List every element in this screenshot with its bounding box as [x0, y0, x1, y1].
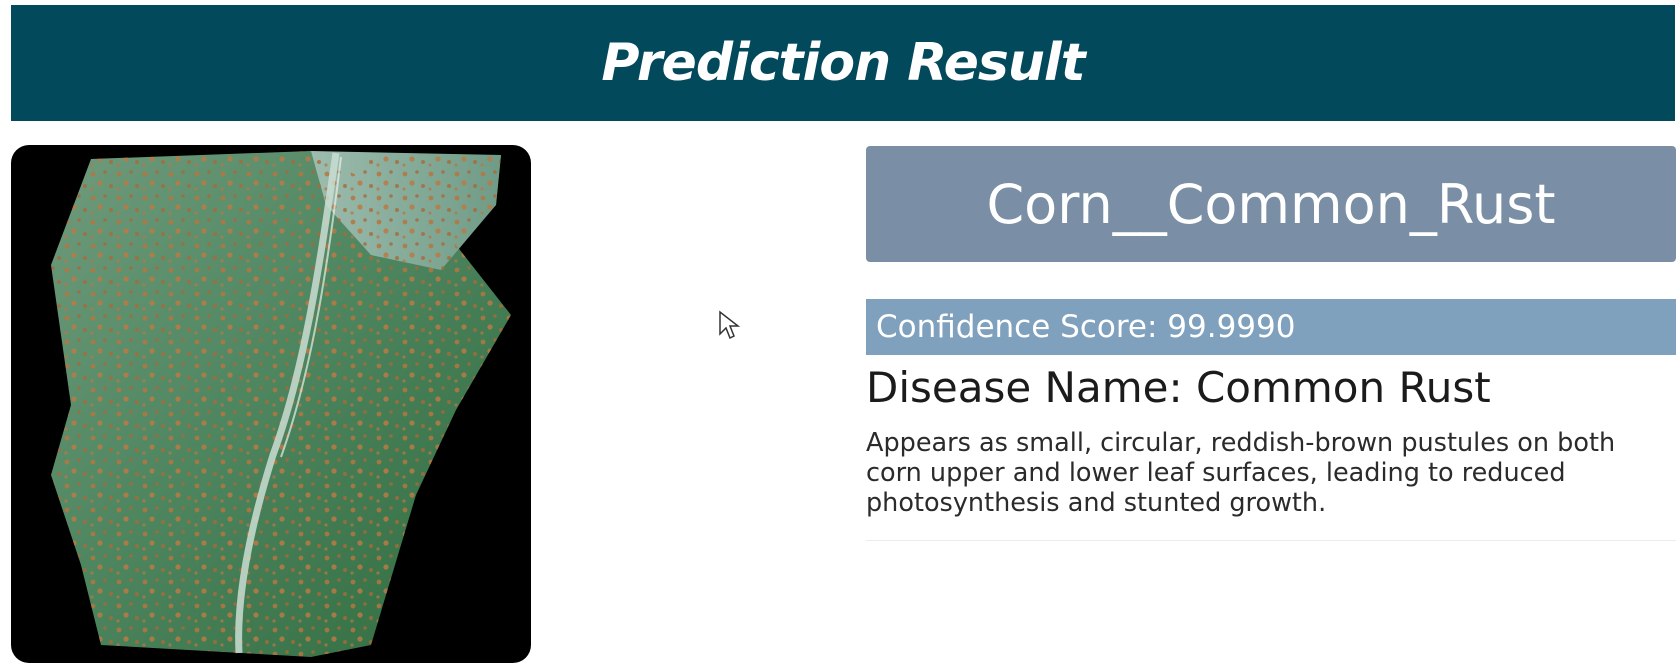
section-divider	[866, 540, 1676, 541]
leaf-photo	[51, 151, 511, 657]
uploaded-leaf-image	[11, 145, 531, 663]
confidence-score-bar: Confidence Score: 99.9990	[866, 299, 1676, 355]
disease-description: Appears as small, circular, reddish-brow…	[866, 428, 1616, 518]
page-header: Prediction Result	[11, 5, 1675, 121]
prediction-page: Prediction Result Corn__Common_Rust Conf…	[0, 0, 1680, 669]
mouse-pointer-icon	[719, 310, 740, 340]
confidence-score-text: Confidence Score: 99.9990	[876, 309, 1296, 345]
predicted-class-box: Corn__Common_Rust	[866, 146, 1676, 262]
disease-name-heading: Disease Name: Common Rust	[866, 363, 1491, 412]
predicted-class-label: Corn__Common_Rust	[986, 172, 1556, 236]
page-title: Prediction Result	[601, 33, 1085, 93]
